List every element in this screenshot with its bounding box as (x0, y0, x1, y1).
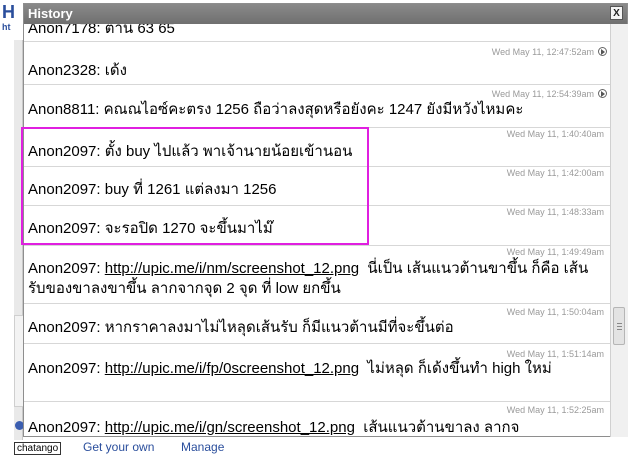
message-row: Wed May 11, 12:54:39am Anon8811: คณณไอซ์… (24, 85, 610, 128)
message-list[interactable]: Anon7178: ต้าน 63 65 Wed May 11, 12:47:5… (24, 24, 610, 437)
message-timestamp: Wed May 11, 1:50:04am (506, 307, 604, 317)
message-text: Anon2097: http://upic.me/i/fp/0screensho… (28, 360, 552, 377)
message-text: Anon2328: เด้ง (28, 62, 127, 79)
close-button[interactable]: X (610, 6, 623, 20)
message-user[interactable]: Anon2097 (28, 419, 96, 436)
message-row: Wed May 11, 1:40:40am Anon2097: ตั้ง buy… (24, 128, 610, 167)
message-text: Anon2097: http://upic.me/i/gn/screenshot… (28, 419, 520, 436)
message-body: หากราคาลงมาไม่ไหลุดเส้นรับ ก็มีแนวต้านมี… (104, 319, 454, 336)
grip-line (617, 329, 622, 330)
message-text: Anon2097: จะรอปิด 1270 จะขึ้นมาไม๊ (28, 220, 273, 237)
history-window: History X Anon7178: ต้าน 63 65 Wed May 1… (23, 3, 628, 437)
manage-link[interactable]: Manage (181, 441, 224, 453)
reply-icon[interactable] (598, 47, 607, 56)
vertical-scrollbar[interactable] (610, 24, 628, 437)
message-user[interactable]: Anon2097 (28, 181, 96, 198)
get-your-own-link[interactable]: Get your own (83, 441, 154, 453)
message-body: ตั้ง buy ไปแล้ว พาเจ้านายน้อยเข้านอน (104, 143, 353, 160)
message-text: Anon7178: ต้าน 63 65 (28, 24, 603, 39)
chatango-brand[interactable]: chatango (14, 442, 62, 455)
message-user[interactable]: Anon2328 (28, 62, 96, 79)
message-timestamp: Wed May 11, 12:47:52am (491, 47, 594, 57)
chatango-footer: chatango Get your own Manage (14, 441, 614, 455)
message-timestamp: Wed May 11, 1:52:25am (506, 405, 604, 415)
message-user[interactable]: Anon8811 (28, 101, 95, 118)
message-timestamp: Wed May 11, 12:54:39am (491, 89, 594, 99)
message-row: Wed May 11, 1:50:04am Anon2097: หากราคาล… (24, 304, 610, 344)
message-user[interactable]: Anon2097 (28, 143, 96, 160)
background-heading: H (2, 2, 15, 22)
message-user[interactable]: Anon2097 (28, 360, 96, 377)
message-row: Wed May 11, 1:49:49am Anon2097: http://u… (24, 246, 610, 304)
grip-line (617, 326, 622, 327)
message-timestamp: Wed May 11, 1:49:49am (506, 247, 604, 257)
message-body: เด้ง (104, 62, 127, 79)
scroll-thumb[interactable] (613, 307, 625, 345)
message-text: Anon2097: ตั้ง buy ไปแล้ว พาเจ้านายน้อยเ… (28, 143, 353, 160)
message-row: Wed May 11, 1:51:14am Anon2097: http://u… (24, 344, 610, 402)
window-title: History (28, 6, 73, 21)
message-timestamp: Wed May 11, 1:40:40am (506, 129, 604, 139)
message-body: ต้าน 63 65 (104, 24, 175, 37)
message-body: คณณไอซ์คะตรง 1256 ถือว่าลงสุดหรือยังคะ 1… (103, 101, 524, 118)
message-link[interactable]: http://upic.me/i/gn/screenshot_12.png (105, 419, 355, 436)
message-timestamp: Wed May 11, 1:42:00am (506, 168, 604, 178)
message-text: Anon2097: http://upic.me/i/nm/screenshot… (28, 260, 589, 297)
message-link[interactable]: http://upic.me/i/nm/screenshot_12.png (105, 260, 359, 277)
message-row: Wed May 11, 12:47:52am Anon2328: เด้ง (24, 42, 610, 85)
message-text: Anon2097: buy ที่ 1261 แต่ลงมา 1256 (28, 181, 277, 198)
message-row: Wed May 11, 1:42:00am Anon2097: buy ที่ … (24, 167, 610, 206)
message-body: จะรอปิด 1270 จะขึ้นมาไม๊ (104, 220, 273, 237)
message-row: Wed May 11, 1:52:25am Anon2097: http://u… (24, 402, 610, 437)
message-user[interactable]: Anon2097 (28, 220, 96, 237)
message-row: Wed May 11, 1:48:33am Anon2097: จะรอปิด … (24, 206, 610, 246)
grip-line (617, 323, 622, 324)
message-timestamp: Wed May 11, 1:51:14am (506, 349, 604, 359)
message-timestamp: Wed May 11, 1:48:33am (506, 207, 604, 217)
background-link-fragment[interactable]: ht (2, 22, 11, 32)
history-titlebar[interactable]: History X (24, 4, 627, 24)
message-body: ไม่หลุด ก็เด้งขึ้นทำ high ใหม่ (367, 360, 552, 377)
message-body: buy ที่ 1261 แต่ลงมา 1256 (104, 181, 277, 198)
message-body: เส้นแนวต้านขาลง ลากจ (363, 419, 520, 436)
message-text: Anon8811: คณณไอซ์คะตรง 1256 ถือว่าลงสุดห… (28, 101, 524, 118)
message-link[interactable]: http://upic.me/i/fp/0screenshot_12.png (105, 360, 359, 377)
message-user[interactable]: Anon2097 (28, 260, 96, 277)
reply-icon[interactable] (598, 89, 607, 98)
message-row: Anon7178: ต้าน 63 65 (24, 24, 610, 42)
message-user[interactable]: Anon2097 (28, 319, 96, 336)
message-user[interactable]: Anon7178 (28, 24, 96, 37)
message-text: Anon2097: หากราคาลงมาไม่ไหลุดเส้นรับ ก็ม… (28, 319, 454, 336)
